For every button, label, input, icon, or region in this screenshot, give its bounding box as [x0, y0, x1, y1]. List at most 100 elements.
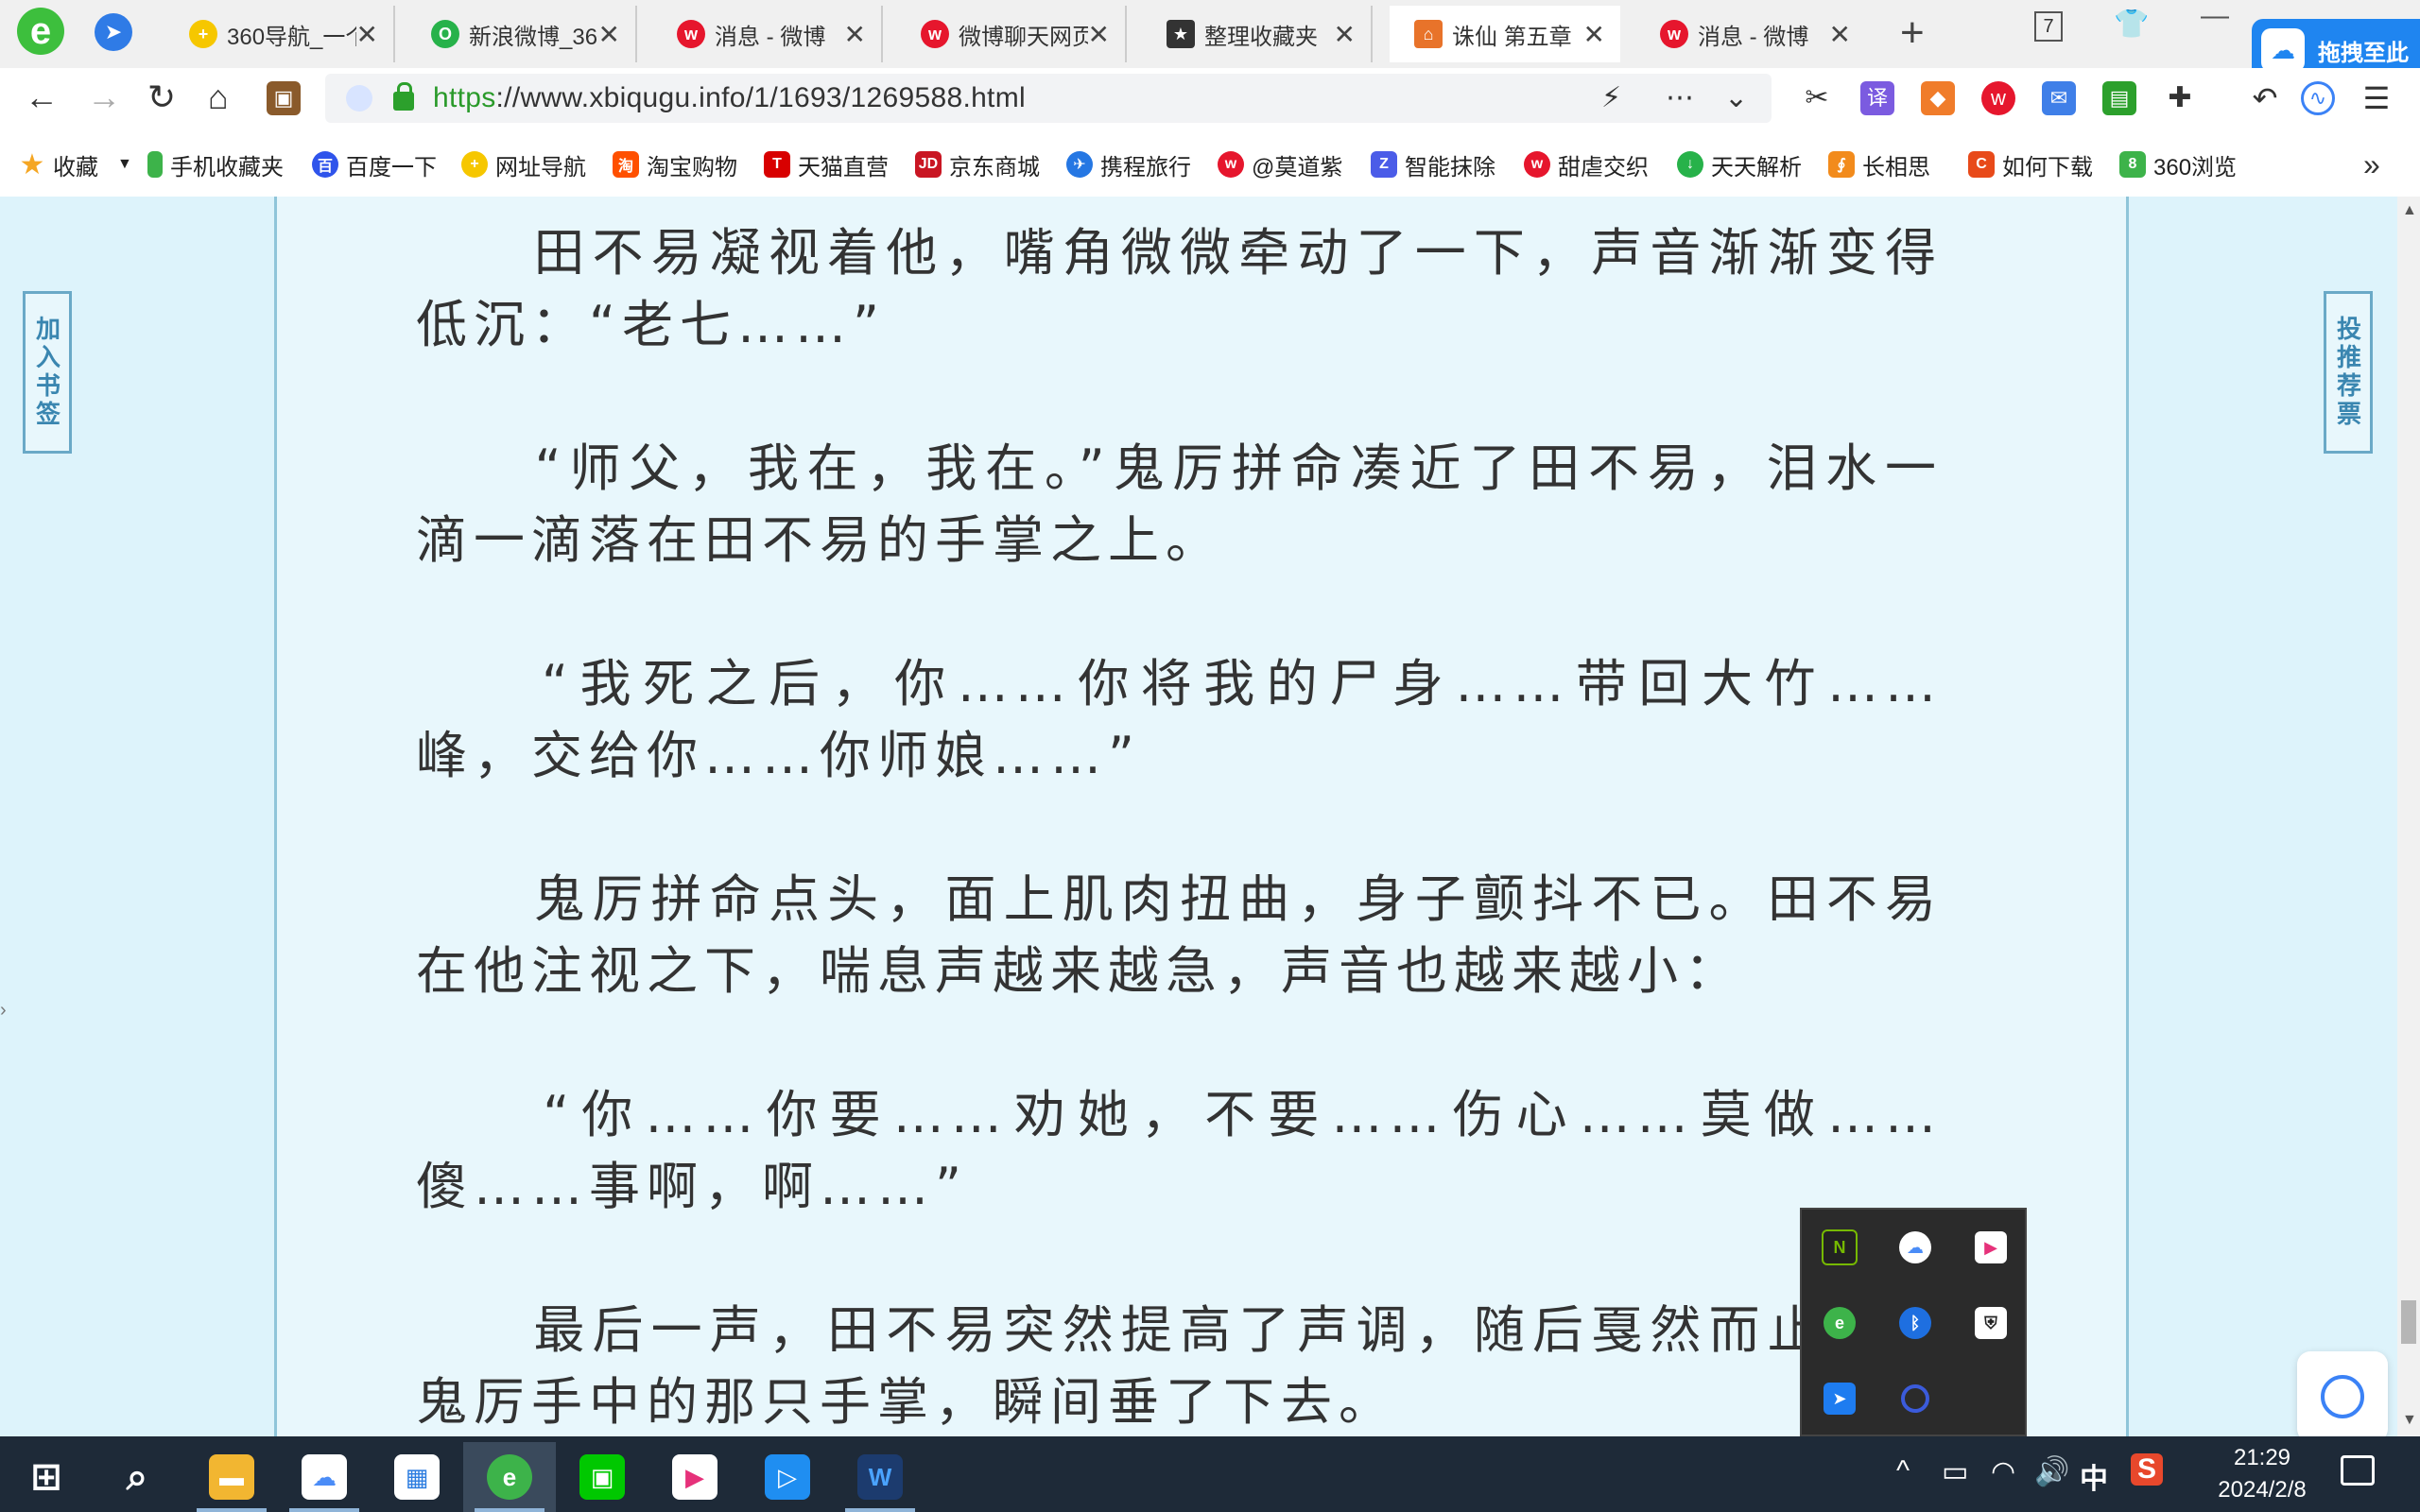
vertical-scrollbar[interactable]: ▲ ▼ [2397, 197, 2420, 1436]
volume-icon[interactable]: 🔊 [2034, 1455, 2069, 1488]
site-info-icon[interactable] [346, 85, 372, 112]
bookmark-weibo-modao[interactable]: w @莫道紫 [1218, 149, 1356, 180]
close-tab-icon[interactable]: ✕ [1334, 19, 1356, 50]
close-tab-icon[interactable]: ✕ [1829, 19, 1851, 50]
translate-icon[interactable]: 译 [1860, 81, 1894, 115]
battery-icon[interactable]: ▭ [1942, 1455, 1968, 1488]
forward-button[interactable]: → [87, 77, 121, 117]
youku-icon: ▶ [1975, 1231, 2007, 1263]
floating-assistant-button[interactable] [2297, 1351, 2388, 1436]
tray-item[interactable] [1877, 1361, 1953, 1436]
taskbar-store[interactable]: ▦ [371, 1442, 463, 1512]
ime-indicator[interactable]: 中 [2080, 1455, 2108, 1497]
assistant-icon[interactable]: ∿ [2301, 81, 2335, 115]
url-text[interactable]: https://www.xbiqugu.info/1/1693/1269588.… [433, 82, 1026, 114]
weibo-icon[interactable]: w [1981, 81, 2015, 115]
tray-expand-icon[interactable]: ^ [1896, 1455, 1910, 1487]
home-button[interactable]: ⌂ [208, 77, 229, 117]
vote-button[interactable]: 投推荐票 [2324, 291, 2373, 454]
clock[interactable]: 21:29 2024/2/8 [2191, 1442, 2333, 1506]
wifi-icon[interactable]: ◠ [1991, 1455, 2015, 1488]
bookmark-favorites[interactable]: ★ 收藏 ▼ [19, 149, 132, 180]
tray-item[interactable]: ☁ [1877, 1210, 1953, 1285]
new-tab-button[interactable]: + [1900, 9, 1925, 57]
weibo-icon: w [677, 20, 705, 48]
sidebar-handle-icon[interactable]: › [0, 1000, 7, 1022]
bookmark-360-browser[interactable]: 8 360浏览 [2119, 149, 2278, 180]
taskbar-explorer[interactable]: ▬ [185, 1442, 278, 1512]
skin-shirt-icon[interactable]: 👕 [2114, 8, 2149, 41]
taskbar-baidu-netdisk[interactable]: ☁ [278, 1442, 371, 1512]
bookmark-smart-erase[interactable]: Z 智能抹除 [1371, 149, 1499, 180]
tab-weibo-messages[interactable]: w 消息 - 微博 ✕ [652, 6, 883, 62]
taskbar-iqiyi[interactable]: ▣ [556, 1442, 648, 1512]
chapter-paragraph: “我死之后，你……你将我的尸身……带回大竹……峰，交给你……你师娘……” [416, 654, 1943, 785]
tray-item[interactable]: N [1802, 1210, 1877, 1285]
bookmark-jd[interactable]: JD 京东商城 [915, 149, 1040, 180]
scissors-icon[interactable]: ✂ [1800, 81, 1834, 115]
scroll-down-arrow-icon[interactable]: ▼ [2402, 1412, 2417, 1429]
tray-item[interactable]: e [1802, 1285, 1877, 1361]
tray-item[interactable]: ▶ [1953, 1210, 2029, 1285]
game-icon[interactable]: ◆ [1921, 81, 1955, 115]
tray-overflow-popup: N ☁ ▶ e ᛒ ⛨ ➤ [1800, 1208, 2027, 1436]
bookmark-taobao[interactable]: 淘 淘宝购物 [613, 149, 737, 180]
bookmark-changxiangsi[interactable]: ∮ 长相思 [1828, 149, 1944, 180]
bookmark-tiantian[interactable]: ↓ 天天解析 [1677, 149, 1806, 180]
chevron-down-icon[interactable]: ⌄ [1724, 81, 1748, 114]
scrollbar-thumb[interactable] [2401, 1300, 2416, 1344]
close-tab-icon[interactable]: ✕ [356, 19, 378, 50]
url-scheme: https [433, 82, 496, 113]
address-bar[interactable]: https://www.xbiqugu.info/1/1693/1269588.… [325, 74, 1772, 123]
book-icon[interactable]: ▤ [2102, 81, 2136, 115]
folder-icon: ▬ [209, 1454, 254, 1500]
close-tab-icon[interactable]: ✕ [844, 19, 866, 50]
lightning-icon[interactable]: ⚡ [1601, 81, 1621, 114]
close-tab-icon[interactable]: ✕ [1583, 19, 1605, 50]
undo-icon[interactable]: ↶ [2248, 81, 2282, 115]
sogou-ime-icon[interactable]: S [2131, 1453, 2163, 1486]
menu-icon[interactable]: ☰ [2360, 81, 2394, 115]
send-arrow-icon[interactable]: ➤ [95, 13, 132, 51]
tab-count-badge[interactable]: 7 [2034, 11, 2063, 42]
taskbar-youku[interactable]: ▶ [648, 1442, 741, 1512]
tray-item[interactable]: ➤ [1802, 1361, 1877, 1436]
bookmark-ctrip[interactable]: ✈ 携程旅行 [1066, 149, 1191, 180]
baidu-netdisk-icon: ☁ [302, 1454, 347, 1500]
tab-sina-weibo[interactable]: O 新浪微博_360 ✕ [406, 6, 637, 62]
tab-360-nav[interactable]: + 360导航_一个 ✕ [164, 6, 395, 62]
briefcase-icon[interactable]: ▣ [267, 81, 301, 115]
tab-zhuxian-chapter[interactable]: ⌂ 诛仙 第五章 ✕ [1390, 6, 1620, 62]
tab-weibo-chat[interactable]: w 微博聊天网页 ✕ [896, 6, 1127, 62]
extensions-icon[interactable]: ✚ [2163, 81, 2197, 115]
bookmark-baidu[interactable]: 百 百度一下 [312, 149, 437, 180]
tab-bookmark-manager[interactable]: ★ 整理收藏夹 ✕ [1142, 6, 1373, 62]
more-options-icon[interactable]: ⋯ [1666, 81, 1694, 114]
tray-item[interactable]: ᛒ [1877, 1285, 1953, 1361]
caret-down-icon[interactable]: ▼ [117, 156, 132, 173]
bookmark-nav[interactable]: + 网址导航 [461, 149, 586, 180]
mail-icon[interactable]: ✉ [2042, 81, 2076, 115]
browser-logo-icon[interactable]: e [17, 8, 64, 55]
tray-item[interactable]: ⛨ [1953, 1285, 2029, 1361]
bookmark-sweet-story[interactable]: w 甜虐交织 [1524, 149, 1652, 180]
reload-button[interactable]: ↻ [147, 77, 176, 117]
bookmark-how-download[interactable]: C 如何下载 [1968, 149, 2097, 180]
search-button[interactable]: ⌕ [91, 1442, 183, 1512]
back-button[interactable]: ← [25, 77, 59, 117]
tab-weibo-messages-2[interactable]: w 消息 - 微博 ✕ [1635, 6, 1866, 62]
taskbar-360-browser[interactable]: e [463, 1442, 556, 1512]
start-button[interactable]: ⊞ [0, 1442, 93, 1512]
minimize-icon[interactable]: — [2201, 0, 2229, 32]
add-bookmark-button[interactable]: 加入书签 [23, 291, 72, 454]
bookmarks-bar: ★ 收藏 ▼ 手机收藏夹 百 百度一下 + 网址导航 淘 淘宝购物 T 天猫直营… [0, 129, 2420, 198]
taskbar-wps[interactable]: W [834, 1442, 926, 1512]
more-bookmarks-icon[interactable]: » [2363, 147, 2380, 182]
close-tab-icon[interactable]: ✕ [1088, 19, 1110, 50]
taskbar-video[interactable]: ▷ [741, 1442, 834, 1512]
scroll-up-arrow-icon[interactable]: ▲ [2402, 202, 2417, 219]
close-tab-icon[interactable]: ✕ [598, 19, 620, 50]
notification-icon[interactable] [2341, 1455, 2375, 1486]
bookmark-mobile[interactable]: 手机收藏夹 [147, 149, 284, 180]
bookmark-tmall[interactable]: T 天猫直营 [764, 149, 889, 180]
